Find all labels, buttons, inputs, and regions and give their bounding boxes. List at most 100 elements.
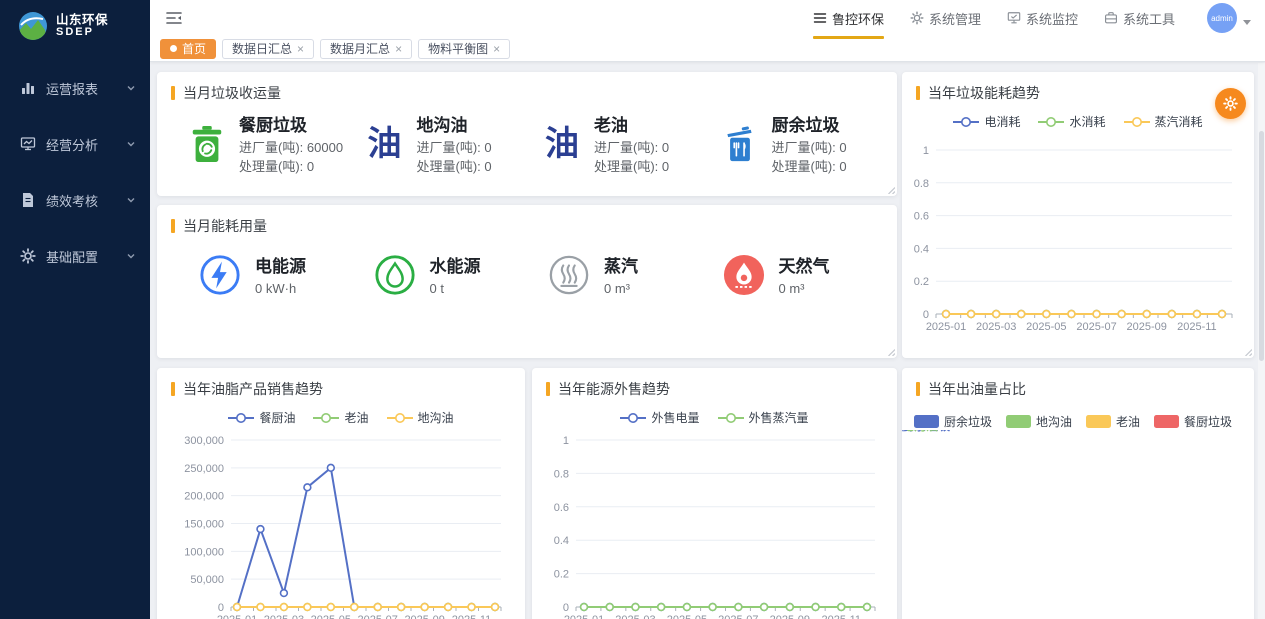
svg-text:2025-01: 2025-01 (564, 614, 604, 619)
svg-text:0.4: 0.4 (554, 535, 569, 547)
card-title: 当月垃圾收运量 (183, 83, 281, 103)
legend-marker-icon (387, 412, 413, 424)
svg-text:0.2: 0.2 (914, 276, 929, 288)
chevron-down-icon (126, 251, 136, 261)
svg-text:0.6: 0.6 (554, 502, 569, 514)
chart-legend: 电消耗 水消耗 蒸汽消耗 (902, 113, 1254, 130)
svg-text:2025-01: 2025-01 (926, 321, 966, 333)
svg-text:2025-11: 2025-11 (1177, 321, 1217, 333)
resize-handle[interactable] (1243, 347, 1252, 356)
nav-item-lukong-env[interactable]: 鲁控环保 (813, 5, 884, 32)
in-value: 60000 (307, 140, 343, 155)
tab-home[interactable]: 首页 × (160, 39, 216, 59)
water-icon (374, 254, 416, 296)
svg-text:150,000: 150,000 (184, 519, 224, 531)
energy-sales-trend-chart[interactable]: 外售电量外售蒸汽量00.20.40.60.812025-012025-03202… (532, 409, 897, 619)
oil-sales-trend-card: 当年油脂产品销售趋势 餐厨油老油地沟油050,000100,000150,000… (157, 368, 525, 619)
legend-marker-icon (620, 412, 646, 424)
legend-item[interactable]: 老油 (1086, 413, 1140, 430)
accent-bar (171, 382, 175, 396)
resize-handle[interactable] (886, 185, 895, 194)
out-value: 0 (484, 159, 491, 174)
bar-chart-icon (20, 80, 36, 96)
legend-item[interactable]: 外售电量 (620, 409, 699, 426)
waste-energy-trend-chart[interactable]: 电消耗水消耗蒸汽消耗00.20.40.60.812025-012025-0320… (902, 113, 1254, 344)
in-value: 0 (662, 140, 669, 155)
header-nav: 鲁控环保 系统管理 系统监控 系统工具 admin (813, 3, 1251, 33)
logo[interactable]: 山东环保 SDEP (0, 0, 150, 52)
sidebar-item-basic-config[interactable]: 基础配置 (0, 228, 150, 284)
nav-item-system-management[interactable]: 系统管理 (910, 5, 981, 32)
legend-item[interactable]: 水消耗 (1038, 113, 1105, 130)
sidebar-item-business-analysis[interactable]: 经营分析 (0, 116, 150, 172)
waste-collection-card: 当月垃圾收运量 (157, 72, 897, 196)
card-title: 当年能源外售趋势 (558, 379, 670, 399)
legend-item[interactable]: 地沟油 (387, 409, 454, 426)
sidebar-item-performance-review[interactable]: 绩效考核 (0, 172, 150, 228)
avatar[interactable]: admin (1207, 3, 1237, 33)
chevron-down-icon (126, 195, 136, 205)
sidebar: 山东环保 SDEP 运营报表 经营分析 (0, 0, 150, 619)
close-icon[interactable]: × (493, 43, 500, 55)
card-title: 当年出油量占比 (928, 379, 1026, 399)
legend-item[interactable]: 地沟油 (1006, 413, 1072, 430)
legend-marker-icon (228, 412, 254, 424)
legend-item[interactable]: 餐厨油 (228, 409, 295, 426)
svg-text:0.8: 0.8 (914, 178, 929, 190)
list-icon (813, 11, 827, 25)
user-menu[interactable]: admin (1201, 3, 1251, 33)
oil-output-ratio-chart[interactable]: 厨余垃圾地沟油老油餐厨垃圾厨余垃圾: 25.8...地沟油: 0....老油: … (902, 413, 1254, 619)
analysis-monitor-icon (20, 136, 36, 152)
legend-item[interactable]: 老油 (313, 409, 368, 426)
main-content: 当月垃圾收运量 (150, 62, 1265, 619)
tab-material-balance[interactable]: 物料平衡图 × (418, 39, 510, 59)
accent-bar (546, 382, 550, 396)
oil-output-ratio-card: 当年出油量占比 厨余垃圾地沟油老油餐厨垃圾厨余垃圾: 25.8...地沟油: 0… (902, 368, 1254, 619)
top-header: 鲁控环保 系统管理 系统监控 系统工具 admin (150, 0, 1265, 36)
nav-item-system-tools[interactable]: 系统工具 (1104, 5, 1175, 32)
nav-item-system-monitor[interactable]: 系统监控 (1007, 5, 1078, 32)
legend-item[interactable]: 外售蒸汽量 (718, 409, 809, 426)
legend-marker-icon (953, 116, 979, 128)
chevron-down-icon (126, 83, 136, 93)
svg-text:2025-05: 2025-05 (311, 614, 351, 619)
energy-gas: 天然气 0 m³ (723, 252, 898, 299)
resize-handle[interactable] (886, 347, 895, 356)
energy-value: 0 m³ (604, 280, 638, 299)
sidebar-collapse-icon[interactable] (164, 8, 184, 28)
oil-sales-trend-chart[interactable]: 餐厨油 老油 地沟油050,000100,000150,000200,000250,… (157, 409, 525, 619)
card-title: 当年垃圾能耗趋势 (928, 83, 1040, 103)
energy-electric: 电能源 0 kW·h (199, 252, 374, 299)
oil-output-ratio-plot[interactable]: 厨余垃圾: 25.8...地沟油: 0....老油: 66.93%餐厨垃圾: 6… (902, 430, 1254, 619)
svg-text:0.2: 0.2 (554, 569, 569, 581)
sidebar-item-operation-report[interactable]: 运营报表 (0, 60, 150, 116)
settings-fab-button[interactable] (1215, 88, 1246, 119)
svg-text:1: 1 (563, 435, 569, 447)
oil-product-sales-trend-plot[interactable]: 050,000100,000150,000200,000250,000300,0… (157, 426, 517, 619)
chart-legend: 外售电量 外售蒸汽量 (532, 409, 897, 426)
legend-marker-icon (1124, 116, 1150, 128)
close-icon[interactable]: × (297, 43, 304, 55)
legend-item[interactable]: 厨余垃圾 (914, 413, 992, 430)
logo-subtitle: SDEP (56, 27, 108, 39)
legend-item[interactable]: 电消耗 (953, 113, 1020, 130)
svg-text:2025-03: 2025-03 (615, 614, 655, 619)
svg-text:0.8: 0.8 (554, 468, 569, 480)
svg-text:0: 0 (923, 309, 929, 321)
sidebar-menu: 运营报表 经营分析 绩效考核 (0, 60, 150, 284)
tab-monthly-summary[interactable]: 数据月汇总 × (320, 39, 412, 59)
svg-text:2025-09: 2025-09 (404, 614, 444, 619)
waste-energy-trend-plot[interactable]: 00.20.40.60.812025-012025-032025-052025-… (902, 130, 1246, 344)
legend-item[interactable]: 餐厨垃圾 (1154, 413, 1232, 430)
energy-external-sales-trend-plot[interactable]: 00.20.40.60.812025-012025-032025-052025-… (532, 426, 889, 619)
energy-value: 0 m³ (779, 280, 830, 299)
svg-text:2025-11: 2025-11 (821, 614, 861, 619)
chart-legend: 餐厨油 老油 地沟油 (157, 409, 525, 426)
scrollbar-thumb[interactable] (1259, 131, 1264, 361)
svg-text:0.4: 0.4 (914, 243, 929, 255)
oil-char-icon: 油 (365, 127, 405, 161)
svg-text:2025-03: 2025-03 (976, 321, 1016, 333)
legend-item[interactable]: 蒸汽消耗 (1124, 113, 1203, 130)
close-icon[interactable]: × (395, 43, 402, 55)
tab-daily-summary[interactable]: 数据日汇总 × (222, 39, 314, 59)
